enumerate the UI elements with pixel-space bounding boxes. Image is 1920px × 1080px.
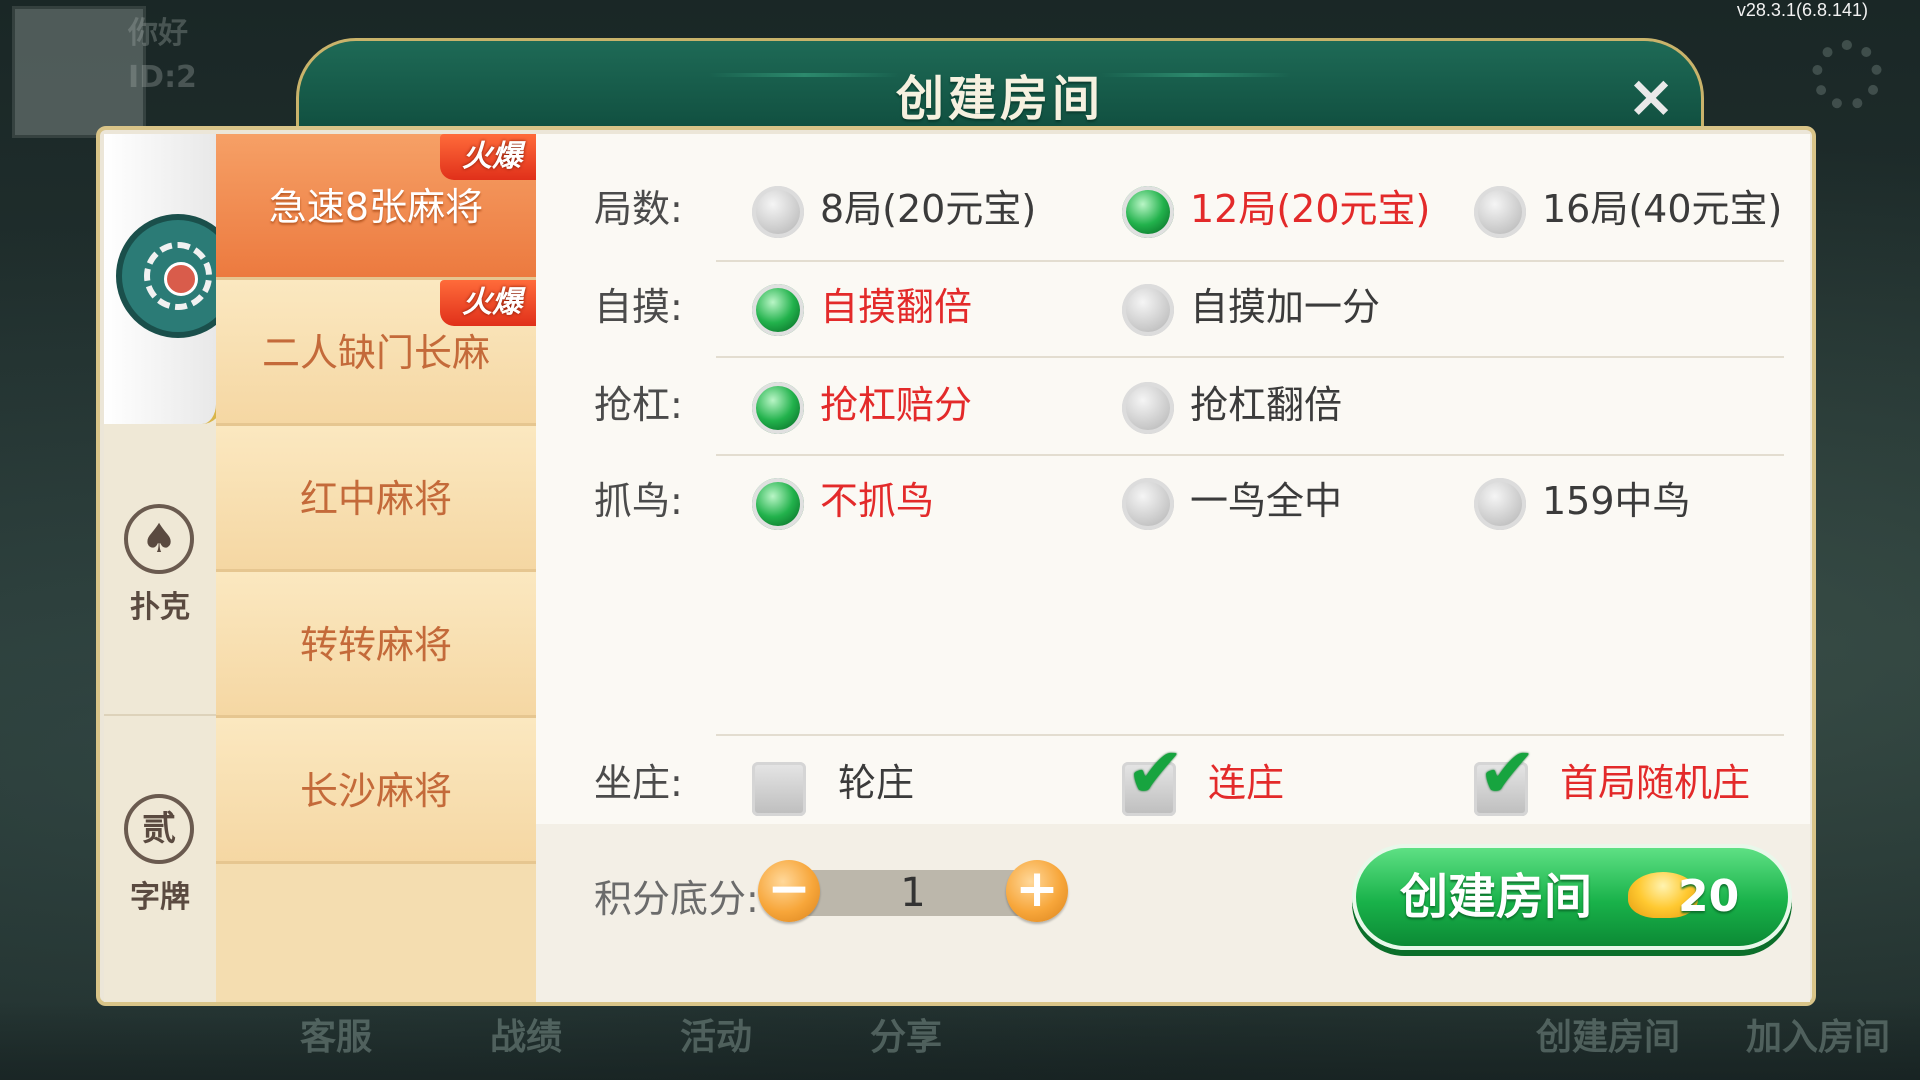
game-label: 长沙麻将 (299, 769, 452, 813)
bottom-item-join-room: 加入房间 (1746, 1017, 1891, 1058)
option-label: 16局(40元宝) (1542, 187, 1783, 231)
checkmark-icon: ✔ (1478, 732, 1537, 814)
radio-button[interactable] (1122, 478, 1174, 530)
background-gear-icon (1812, 40, 1882, 110)
zimo-row: 自摸: 自摸翻倍 自摸加一分 (536, 262, 1810, 352)
option-label: 自摸翻倍 (820, 285, 973, 329)
bottom-item-create-room: 创建房间 (1536, 1017, 1681, 1058)
game-item-erren[interactable]: 二人缺门长麻 火爆 (216, 280, 544, 426)
game-label: 红中麻将 (299, 477, 452, 521)
option-label: 一鸟全中 (1190, 479, 1343, 523)
game-label: 转转麻将 (299, 623, 452, 667)
category-label-zipai: 字牌 (130, 880, 190, 915)
category-tab-zipai[interactable]: 贰 字牌 (104, 714, 216, 1002)
base-score-label: 积分底分: (594, 877, 759, 921)
row-divider (716, 734, 1784, 736)
base-score-stepper: 1 − + (758, 860, 1068, 922)
zhuaniao-label: 抓鸟: (594, 479, 683, 523)
bottom-item-activity: 活动 (680, 1017, 753, 1058)
create-room-button[interactable]: 创建房间 20 (1352, 844, 1792, 950)
qianggang-label: 抢杠: (594, 383, 683, 427)
radio-button[interactable] (1122, 284, 1174, 336)
dialog-body: ♠ 扑克 贰 字牌 急速8张麻将 火爆 二人缺门长麻 火爆 红中麻将 转转麻将 (96, 126, 1816, 1006)
category-tab-mahjong[interactable] (104, 134, 240, 424)
radio-button[interactable] (1122, 382, 1174, 434)
spade-icon: ♠ (124, 504, 194, 574)
category-label-poker: 扑克 (130, 590, 190, 625)
game-item-changsha[interactable]: 长沙麻将 (216, 718, 536, 864)
game-label: 急速8张麻将 (268, 185, 484, 229)
minus-icon[interactable]: − (758, 860, 820, 922)
game-list: 急速8张麻将 火爆 二人缺门长麻 火爆 红中麻将 转转麻将 长沙麻将 (216, 134, 544, 1002)
radio-button[interactable] (1474, 478, 1526, 530)
create-room-cost: 20 (1678, 871, 1740, 922)
bottom-item-service: 客服 (300, 1017, 373, 1058)
option-label: 抢杠赔分 (820, 383, 973, 427)
category-tab-poker[interactable]: ♠ 扑克 (104, 424, 216, 716)
dialog-footer: 积分底分: 1 − + 创建房间 20 (536, 824, 1810, 1002)
game-label: 二人缺门长麻 (261, 331, 490, 375)
checkbox[interactable] (752, 762, 806, 816)
option-label: 8局(20元宝) (820, 187, 1037, 231)
checkbox-checked[interactable]: ✔ (1122, 738, 1185, 816)
game-item-zhuanzhuan[interactable]: 转转麻将 (216, 572, 536, 718)
zimo-label: 自摸: (594, 285, 683, 329)
zuozhuang-label: 坐庄: (594, 761, 683, 805)
zuozhuang-row: 坐庄: 轮庄 ✔ 连庄 ✔ 首局随机庄 (536, 738, 1810, 828)
radio-button-selected[interactable] (1122, 186, 1174, 238)
options-panel: 局数: 8局(20元宝) 12局(20元宝) 16局(40元宝) 自摸: 自摸翻… (536, 134, 1810, 824)
bottom-item-share: 分享 (870, 1017, 943, 1058)
game-item-hongzhong[interactable]: 红中麻将 (216, 426, 536, 572)
category-sidebar: ♠ 扑克 贰 字牌 (104, 134, 240, 1002)
close-icon[interactable]: × (1621, 66, 1681, 126)
zipai-icon: 贰 (124, 794, 194, 864)
bottom-item-record: 战绩 (490, 1017, 563, 1058)
version-label: v28.3.1(6.8.141) (1736, 0, 1868, 20)
plus-icon[interactable]: + (1006, 860, 1068, 922)
zhuaniao-row: 抓鸟: 不抓鸟 一鸟全中 159中鸟 (536, 456, 1810, 546)
option-label: 抢杠翻倍 (1190, 383, 1343, 427)
row-divider (716, 356, 1784, 358)
checkbox-checked[interactable]: ✔ (1474, 738, 1537, 816)
radio-button-selected[interactable] (752, 382, 804, 434)
radio-button-selected[interactable] (752, 478, 804, 530)
option-label: 首局随机庄 (1560, 761, 1751, 805)
radio-button-selected[interactable] (752, 284, 804, 336)
radio-button[interactable] (1474, 186, 1526, 238)
radio-button[interactable] (752, 186, 804, 238)
option-label: 不抓鸟 (820, 479, 935, 523)
option-label: 轮庄 (838, 761, 915, 805)
create-room-label: 创建房间 (1400, 869, 1593, 925)
hot-badge: 火爆 (440, 134, 544, 180)
option-label: 12局(20元宝) (1190, 187, 1431, 231)
option-label: 159中鸟 (1542, 479, 1691, 523)
background-bottom-bar: 客服 战绩 活动 分享 创建房间 加入房间 (0, 1000, 1920, 1080)
rounds-label: 局数: (594, 187, 683, 231)
create-room-dialog: 创建房间 × ♠ 扑克 贰 字牌 急速8张麻将 火爆 二人缺门长麻 火爆 红中麻… (96, 38, 1816, 1008)
rounds-row: 局数: 8局(20元宝) 12局(20元宝) 16局(40元宝) (536, 164, 1810, 254)
checkmark-icon: ✔ (1126, 732, 1185, 814)
hot-badge: 火爆 (440, 280, 544, 326)
dialog-title: 创建房间 (895, 71, 1104, 127)
qianggang-row: 抢杠: 抢杠赔分 抢杠翻倍 (536, 360, 1810, 450)
option-label: 自摸加一分 (1190, 285, 1381, 329)
game-item-jisu-8[interactable]: 急速8张麻将 火爆 (216, 134, 544, 280)
option-label: 连庄 (1208, 761, 1285, 805)
